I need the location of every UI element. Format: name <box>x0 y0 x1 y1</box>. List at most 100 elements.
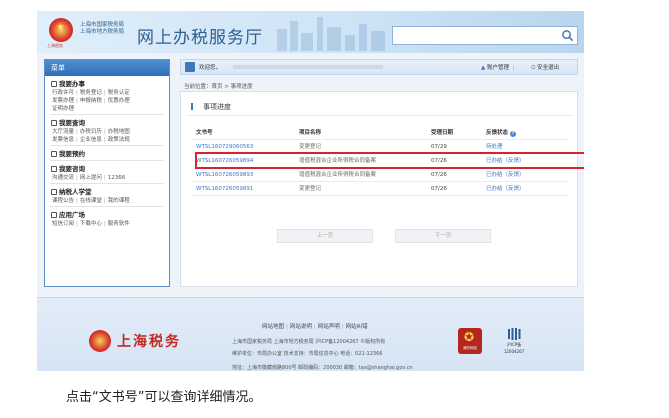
caption-text: 点击“文书号”可以查询详细情况。 <box>66 390 262 405</box>
search-input[interactable] <box>392 26 578 45</box>
divider: | <box>76 221 78 227</box>
skyline-decoration <box>277 17 385 51</box>
menu-link[interactable]: 办税地图 <box>108 129 130 135</box>
badge-emblem-icon: ✪ <box>464 330 475 344</box>
feedback-status: 已办结（反馈） <box>486 168 525 182</box>
menu-section-label: 纳税人学堂 <box>59 188 92 196</box>
menu-link[interactable]: 我的课程 <box>108 198 130 204</box>
menu-link[interactable]: 税务认定 <box>108 90 130 96</box>
search-icon[interactable] <box>561 29 574 42</box>
project-name: 变更登记 <box>299 186 322 192</box>
menu-link[interactable]: 行政许可 <box>52 90 74 96</box>
menu-link[interactable]: 网上提问 <box>80 175 102 181</box>
col-feedback-status: 反馈状态? <box>486 126 517 140</box>
menu-link[interactable]: 沟通交流 <box>52 175 74 181</box>
divider: | <box>103 221 106 227</box>
section-icon <box>51 151 57 157</box>
help-icon[interactable]: ? <box>510 131 517 137</box>
prev-page-button[interactable]: 上一页 <box>277 229 373 243</box>
menu-link[interactable]: 在线课堂 <box>80 198 102 204</box>
menu-link[interactable]: 证明办理 <box>52 106 74 112</box>
status-link[interactable]: 已办结 <box>486 186 503 192</box>
section-icon <box>51 212 57 218</box>
footer-link[interactable]: 网站地图 <box>262 324 284 330</box>
panel-title: 事项进度 <box>191 102 231 112</box>
icp-shield-icon <box>508 328 521 340</box>
menu-link[interactable]: 下载中心 <box>80 221 102 227</box>
menu-link[interactable]: 申报纳税 <box>80 98 102 104</box>
panel-divider <box>187 115 573 116</box>
menu-section-title[interactable]: 我要预约 <box>51 150 164 159</box>
divider: | <box>76 175 78 181</box>
menu-section: 我要办事 行政许可 | 税务登记 | 税务认定 发票办理 | 申报纳税 | 优惠办理 证明办理 <box>45 76 169 114</box>
menu-link[interactable]: 大厅流量 <box>52 129 74 135</box>
footer-link[interactable]: 网站说明 <box>290 324 312 330</box>
footer-link[interactable]: 网站声明 <box>318 324 340 330</box>
divider: | <box>103 129 106 135</box>
accept-date: 07/26 <box>431 172 447 178</box>
account-management-link[interactable]: ▲ 账户管理 | <box>481 63 517 71</box>
status-link[interactable]: 已办结 <box>486 172 503 178</box>
icp-badge-line-2: 12004267 <box>503 349 525 354</box>
menu-link[interactable]: 政策法规 <box>108 137 130 143</box>
menu-section-title[interactable]: 我要办事 <box>51 80 164 89</box>
menu-link[interactable]: 发票信息 <box>52 137 74 143</box>
menu-title: 菜单 <box>45 60 169 76</box>
site-badge[interactable]: ✪ 我的网站 <box>458 328 482 354</box>
menu-sections: 我要办事 行政许可 | 税务登记 | 税务认定 发票办理 | 申报纳税 | 优惠办理 证明办理 我要查询… <box>45 76 169 229</box>
section-icon <box>51 120 57 126</box>
site-title: 网上办税服务厅 <box>137 28 263 48</box>
welcome-text: 欢迎您， <box>199 65 222 71</box>
divider: | <box>76 137 78 143</box>
menu-link[interactable]: 办税日历 <box>80 129 102 135</box>
footer-address: 地址：上海市徽藏南路800号 邮政编码：200030 邮箱：tax@shangh… <box>232 365 413 371</box>
breadcrumb: 当前位置：首页 > 事项进度 <box>184 84 253 90</box>
divider: | <box>103 98 106 104</box>
doc-number-link[interactable]: WTSL160726059891 <box>196 182 253 196</box>
menu-section-label: 我要查询 <box>59 119 85 127</box>
status-link[interactable]: 待处理 <box>486 144 503 150</box>
menu-section-label: 我要咨询 <box>59 165 85 173</box>
icp-badge[interactable]: 沪ICP备 12004267 <box>500 327 528 359</box>
table-row: WTSL160726059891 变更登记 07/26 已办结（反馈） <box>193 182 567 196</box>
menu-link-row: 沟通交流 | 网上提问 | 12366 <box>51 174 164 182</box>
doc-number-link[interactable]: WTSL160726059893 <box>196 168 253 182</box>
menu-link-row: 证明办理 <box>51 105 164 113</box>
divider: | <box>103 198 106 204</box>
divider: | <box>76 198 78 204</box>
col-project-name: 项目名称 <box>299 130 322 136</box>
menu-link[interactable]: 优惠办理 <box>108 98 130 104</box>
site-header: ★ 上海税务 上海市国家税务局 上海市地方税务局 网上办税服务厅 <box>37 11 584 53</box>
footer-link[interactable]: 网站纠错 <box>346 324 368 330</box>
feedback-link[interactable]: （反馈） <box>503 186 525 192</box>
list-icon <box>191 103 198 110</box>
panel-title-text: 事项进度 <box>203 103 231 111</box>
safe-exit-link[interactable]: ⏻ 安全退出 <box>531 63 559 72</box>
footer-emblem-icon <box>89 330 111 352</box>
menu-link[interactable]: 税务登记 <box>80 90 102 96</box>
menu-link-row: 行政许可 | 税务登记 | 税务认定 <box>51 89 164 97</box>
menu-section-title[interactable]: 应用广场 <box>51 211 164 220</box>
col-feedback-status-label: 反馈状态 <box>486 130 509 136</box>
menu-link[interactable]: 短信订阅 <box>52 221 74 227</box>
menu-section-title[interactable]: 我要咨询 <box>51 165 164 174</box>
feedback-link[interactable]: （反馈） <box>503 172 525 178</box>
menu-link[interactable]: 服务软件 <box>108 221 130 227</box>
next-page-button[interactable]: 下一页 <box>395 229 491 243</box>
redacted-username <box>233 65 383 69</box>
section-icon <box>51 81 57 87</box>
divider: | <box>512 65 515 71</box>
menu-link[interactable]: 发票办理 <box>52 98 74 104</box>
menu-section: 我要查询 大厅流量 | 办税日历 | 办税地图 发票信息 | 企业信息 | 政策法规 <box>45 115 169 145</box>
section-icon <box>51 189 57 195</box>
menu-section-title[interactable]: 我要查询 <box>51 119 164 128</box>
divider: | <box>76 98 78 104</box>
welcome-bar: 欢迎您， ▲ 账户管理 | ⏻ 安全退出 <box>180 59 578 75</box>
menu-link[interactable]: 课程公告 <box>52 198 74 204</box>
progress-panel: 事项进度 文书号 项目名称 受理日期 反馈状态? WTSL16072906056… <box>180 91 578 287</box>
menu-link[interactable]: 12366 <box>108 175 126 181</box>
menu-section-title[interactable]: 纳税人学堂 <box>51 188 164 197</box>
divider: | <box>76 129 78 135</box>
menu-link[interactable]: 企业信息 <box>80 137 102 143</box>
divider: | <box>76 90 78 96</box>
